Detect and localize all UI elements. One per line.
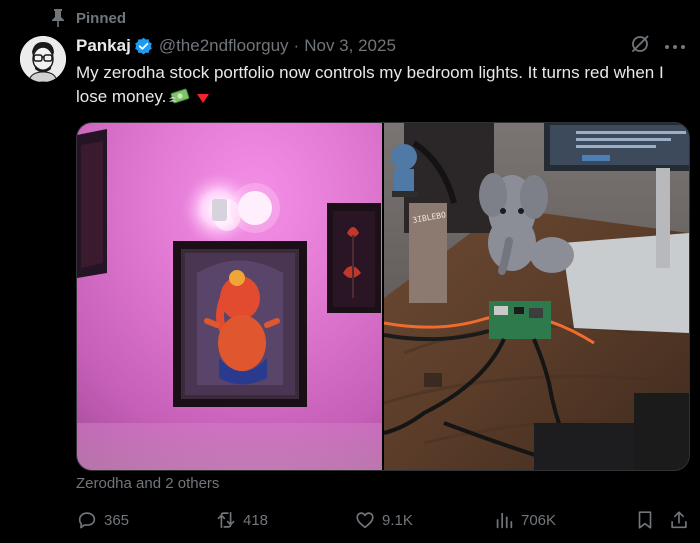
more-options-icon[interactable] xyxy=(664,36,686,56)
down-triangle-icon xyxy=(194,88,212,112)
like-count: 9.1K xyxy=(382,511,413,529)
heart-icon xyxy=(356,512,374,529)
avatar[interactable] xyxy=(20,36,66,82)
reply-icon xyxy=(78,512,96,529)
verified-badge-icon[interactable] xyxy=(134,37,153,56)
grok-icon[interactable] xyxy=(630,34,650,59)
view-count: 706K xyxy=(521,511,557,529)
media-grid: 3IBLEBO xyxy=(76,122,690,471)
social-context[interactable]: Zerodha and 2 others xyxy=(76,475,219,492)
photo-desk-setup[interactable]: 3IBLEBO xyxy=(384,123,689,470)
repost-icon xyxy=(217,511,235,529)
photo-bedroom-wall[interactable] xyxy=(77,123,382,470)
share-button[interactable] xyxy=(668,508,696,532)
author-handle[interactable]: @the2ndfloorguy xyxy=(159,36,289,56)
reply-count: 365 xyxy=(104,511,130,529)
action-bar: 365 418 9.1K 706K xyxy=(76,508,688,532)
bookmark-icon xyxy=(638,511,652,529)
pinned-indicator: Pinned xyxy=(48,8,126,28)
views-button[interactable]: 706K xyxy=(493,508,556,532)
pinned-label: Pinned xyxy=(76,9,127,27)
money-with-wings-icon xyxy=(169,87,191,112)
tweet-text: My zerodha stock portfolio now controls … xyxy=(76,61,688,112)
separator-dot: · xyxy=(293,36,300,55)
bookmark-button[interactable] xyxy=(634,508,662,532)
author-name[interactable]: Pankaj xyxy=(76,36,131,56)
pin-icon xyxy=(48,8,68,28)
tweet-header: Pankaj @the2ndfloorguy · Nov 3, 2025 xyxy=(76,35,686,57)
repost-count: 418 xyxy=(243,511,269,529)
reply-button[interactable]: 365 xyxy=(76,508,129,532)
post-date[interactable]: Nov 3, 2025 xyxy=(304,36,396,56)
like-button[interactable]: 9.1K xyxy=(354,508,413,532)
share-icon xyxy=(671,511,687,529)
analytics-icon xyxy=(496,512,513,529)
tweet-body: My zerodha stock portfolio now controls … xyxy=(76,63,664,106)
repost-button[interactable]: 418 xyxy=(215,508,268,532)
